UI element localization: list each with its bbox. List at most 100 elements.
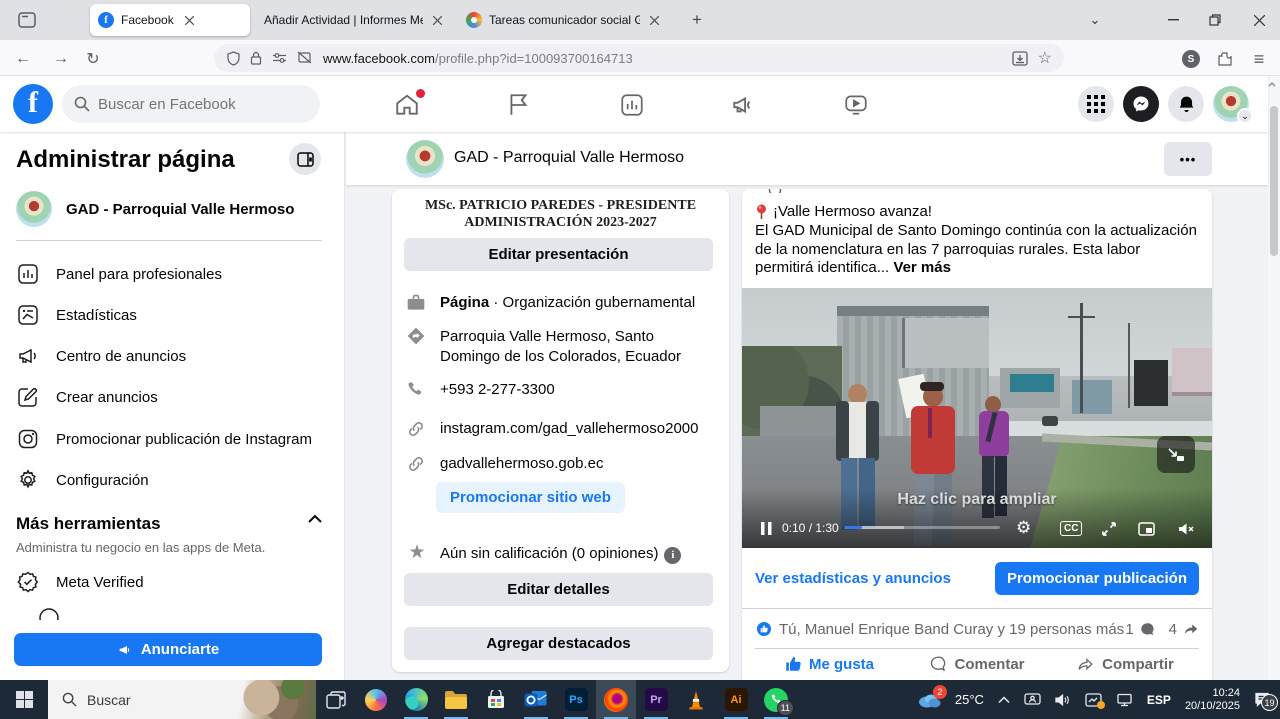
reactions-names[interactable]: Tú, Manuel Enrique Band Curay y 19 perso… <box>779 621 1124 638</box>
edit-details-button[interactable]: Editar detalles <box>404 573 713 606</box>
microsoft-store-icon[interactable] <box>476 680 516 719</box>
view-stats-link[interactable]: Ver estadísticas y anuncios <box>755 570 951 587</box>
teams-tray-icon[interactable] <box>1024 692 1041 707</box>
add-featured-button[interactable]: Agregar destacados <box>404 627 713 660</box>
window-close-button[interactable] <box>1242 0 1276 40</box>
profile-avatar[interactable]: ⌄ <box>1213 86 1249 122</box>
menu-hamburger-icon[interactable]: ≡ <box>1246 46 1272 72</box>
permissions-icon[interactable] <box>272 52 287 64</box>
tab-facebook[interactable]: f Facebook <box>90 4 250 36</box>
facebook-logo[interactable]: f <box>13 84 53 124</box>
address-field[interactable]: www.facebook.com/profile.php?id=10009370… <box>214 44 1064 72</box>
start-button[interactable] <box>0 680 48 719</box>
notifications-bell-icon[interactable] <box>1168 86 1204 122</box>
page-scrollbar[interactable] <box>1268 76 1280 680</box>
pip-icon[interactable] <box>1138 522 1155 536</box>
pages-flag-icon[interactable] <box>506 92 534 118</box>
sidebar-item-estadisticas[interactable]: Estadísticas <box>16 297 329 333</box>
language-indicator[interactable]: ESP <box>1147 693 1171 707</box>
shares-count[interactable]: 4 <box>1169 621 1177 638</box>
instagram-link-row[interactable]: instagram.com/gad_vallehermoso2000 <box>406 420 716 441</box>
comments-count[interactable]: 1 <box>1125 621 1133 638</box>
home-icon[interactable] <box>394 92 422 118</box>
scroll-up-arrow[interactable] <box>1268 82 1280 87</box>
temperature-label[interactable]: 25°C <box>955 692 984 707</box>
video-settings-gear-icon[interactable]: ⚙ <box>1016 518 1031 538</box>
insights-icon[interactable] <box>619 92 647 118</box>
facebook-search[interactable] <box>62 85 320 123</box>
vlc-icon[interactable] <box>676 680 716 719</box>
outlook-icon[interactable] <box>516 680 556 719</box>
clock[interactable]: 10:24 20/10/2025 <box>1185 687 1240 713</box>
network-tray-icon[interactable] <box>1116 693 1133 707</box>
search-highlight-image[interactable] <box>238 680 316 719</box>
tab-list-chevron-icon[interactable]: ⌄ <box>1078 0 1112 40</box>
closed-captions-button[interactable]: CC <box>1060 521 1082 536</box>
post-video[interactable]: Haz clic para ampliar 0:10 / 1:30 ⚙ CC <box>742 288 1212 548</box>
promote-post-button[interactable]: Promocionar publicación <box>995 562 1199 595</box>
firefox-icon[interactable] <box>596 680 636 719</box>
reload-icon[interactable]: ↻ <box>80 46 106 72</box>
edit-presentation-button[interactable]: Editar presentación <box>404 238 713 271</box>
search-input[interactable] <box>98 96 298 113</box>
tray-chevron-icon[interactable] <box>998 696 1010 704</box>
bookmark-star-icon[interactable]: ☆ <box>1038 48 1052 68</box>
tab-close-icon[interactable] <box>431 12 444 28</box>
comment-button[interactable]: Comentar <box>903 649 1051 679</box>
back-icon[interactable]: ← <box>10 46 36 72</box>
like-button[interactable]: Me gusta <box>755 649 903 679</box>
page-avatar[interactable] <box>406 140 444 178</box>
illustrator-icon[interactable]: Ai <box>716 680 756 719</box>
sidebar-item-meta-verified[interactable]: Meta Verified <box>16 564 329 600</box>
sidebar-item-crear-anuncios[interactable]: Crear anuncios <box>16 379 329 415</box>
forward-icon[interactable]: → <box>48 46 74 72</box>
weather-icon[interactable]: 2 <box>917 691 941 708</box>
messenger-icon[interactable] <box>1123 86 1159 122</box>
edge-icon[interactable] <box>396 680 436 719</box>
firefox-view-icon[interactable] <box>10 7 44 33</box>
video-progress-bar[interactable] <box>845 526 1000 529</box>
extension-s-badge[interactable]: S <box>1178 46 1204 72</box>
share-button[interactable]: Compartir <box>1051 649 1199 679</box>
window-minimize-button[interactable] <box>1156 0 1190 40</box>
sidebar-item-configuracion[interactable]: Configuración <box>16 462 329 498</box>
taskbar-search[interactable]: Buscar <box>48 680 316 719</box>
pause-icon[interactable] <box>761 522 772 535</box>
page-more-options-button[interactable]: ••• <box>1164 142 1212 176</box>
whatsapp-icon[interactable]: 11 <box>756 680 796 719</box>
tab-close-icon[interactable] <box>648 12 662 28</box>
volume-tray-icon[interactable] <box>1055 693 1071 707</box>
snipping-tray-icon[interactable] <box>1085 693 1102 707</box>
notification-center-icon[interactable]: 19 <box>1254 692 1270 707</box>
sidebar-item-centro-anuncios[interactable]: Centro de anuncios <box>16 338 329 374</box>
photoshop-icon[interactable]: Ps <box>556 680 596 719</box>
see-more-link[interactable]: Ver más <box>893 259 951 276</box>
video-icon[interactable] <box>843 92 871 118</box>
more-tools-collapse-icon[interactable] <box>308 514 322 523</box>
apps-grid-icon[interactable] <box>1078 86 1114 122</box>
advertise-button[interactable]: Anunciarte <box>14 633 322 666</box>
task-view-icon[interactable] <box>316 680 356 719</box>
like-reaction-icon[interactable] <box>755 620 773 638</box>
volume-muted-icon[interactable] <box>1178 522 1195 536</box>
autoplay-blocked-icon[interactable] <box>297 51 312 65</box>
sidebar-item-panel-profesionales[interactable]: Panel para profesionales <box>16 256 329 292</box>
fullscreen-icon[interactable] <box>1102 522 1116 536</box>
tab-tareas[interactable]: Tareas comunicador social GAD <box>458 4 670 36</box>
scrollbar-thumb[interactable] <box>1270 106 1278 256</box>
tab-close-icon[interactable] <box>182 12 198 28</box>
info-icon[interactable]: i <box>664 547 681 564</box>
url-text[interactable]: www.facebook.com/profile.php?id=10009370… <box>323 51 633 66</box>
sidebar-current-page[interactable]: GAD - Parroquial Valle Hermoso <box>16 190 329 228</box>
copilot-icon[interactable] <box>356 680 396 719</box>
promote-website-button[interactable]: Promocionar sitio web <box>436 482 625 513</box>
sidebar-item-instagram[interactable]: Promocionar publicación de Instagram <box>16 421 329 457</box>
file-explorer-icon[interactable] <box>436 680 476 719</box>
website-link-row[interactable]: gadvallehermoso.gob.ec <box>406 455 716 476</box>
pip-corner-button[interactable] <box>1157 436 1195 473</box>
shield-icon[interactable] <box>227 51 240 66</box>
ads-megaphone-icon[interactable] <box>731 92 759 118</box>
new-tab-button[interactable]: + <box>680 0 714 40</box>
window-restore-button[interactable] <box>1198 0 1232 40</box>
premiere-icon[interactable]: Pr <box>636 680 676 719</box>
